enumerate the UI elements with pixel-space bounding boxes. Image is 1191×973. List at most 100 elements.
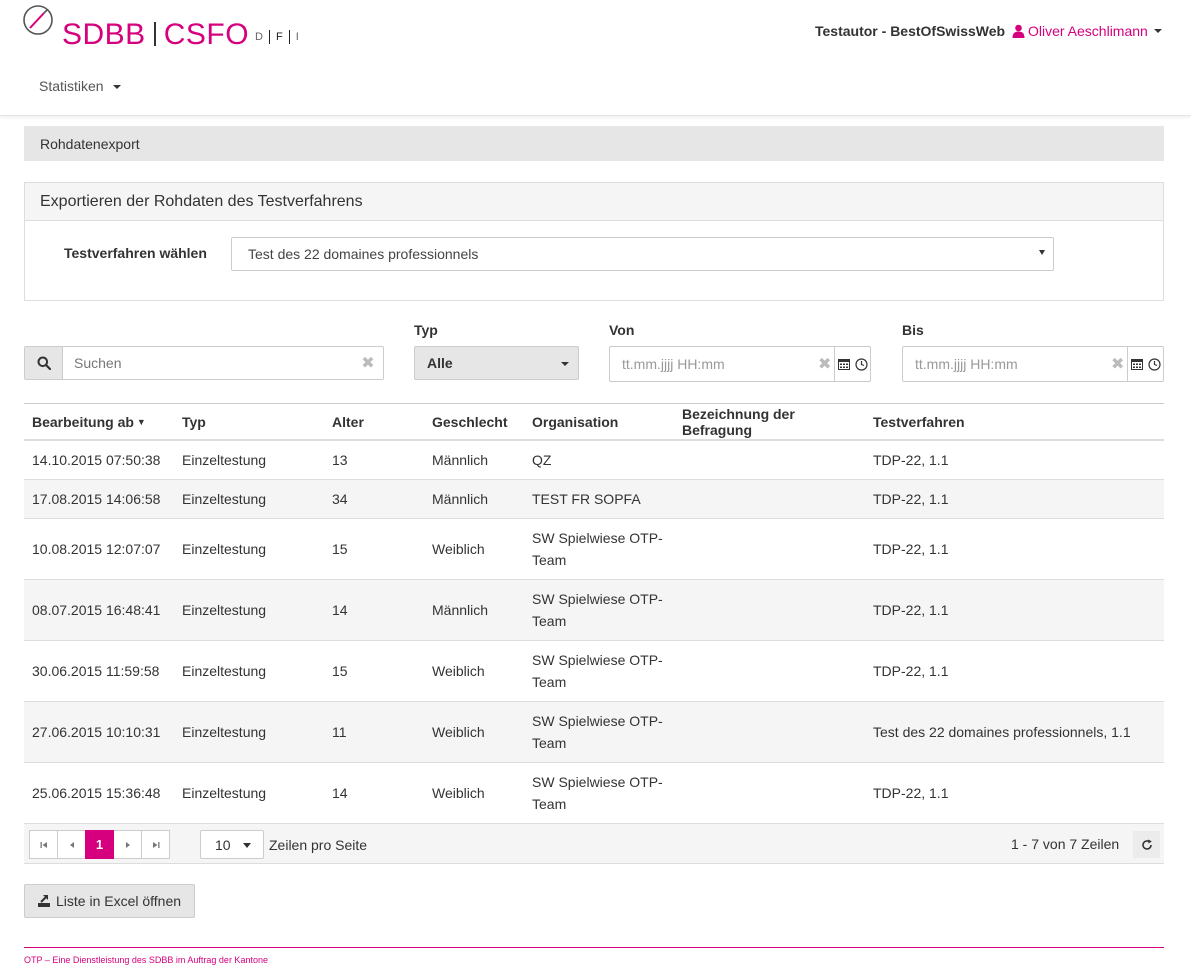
export-panel: Exportieren der Rohdaten des Testverfahr…	[24, 182, 1164, 301]
table-row[interactable]: 14.10.2015 07:50:38 Einzeltestung 13 Män…	[24, 440, 1164, 480]
cell-alter: 14	[324, 579, 424, 641]
cell-organisation: QZ	[524, 440, 674, 480]
column-header-label: Bearbeitung ab	[32, 413, 134, 430]
prev-page-button[interactable]	[57, 830, 86, 859]
cell-testverfahren: TDP-22, 1.1	[865, 518, 1164, 580]
column-header-geschlecht[interactable]: Geschlecht	[424, 404, 524, 441]
chevron-down-icon	[1153, 29, 1162, 33]
brand-logo-text[interactable]: SDBB CSFO	[62, 18, 249, 52]
testverfahren-select[interactable]: Test des 22 domaines professionnels	[231, 237, 1054, 271]
table-row[interactable]: 08.07.2015 16:48:41 Einzeltestung 14 Män…	[24, 579, 1164, 641]
cell-bezeichnung	[674, 640, 865, 702]
last-page-button[interactable]	[141, 830, 170, 859]
cell-alter: 15	[324, 640, 424, 702]
von-picker-button[interactable]	[834, 347, 870, 381]
table-row[interactable]: 30.06.2015 11:59:58 Einzeltestung 15 Wei…	[24, 640, 1164, 702]
von-date-field: ✖	[609, 346, 871, 382]
column-header-organisation[interactable]: Organisation	[524, 404, 674, 441]
refresh-button[interactable]	[1133, 831, 1160, 858]
last-page-icon	[152, 841, 159, 848]
search-icon[interactable]	[25, 347, 63, 379]
cell-typ: Einzeltestung	[174, 440, 324, 480]
first-page-button[interactable]	[29, 830, 58, 859]
cell-alter: 15	[324, 518, 424, 580]
cell-alter: 14	[324, 762, 424, 824]
column-header-typ[interactable]: Typ	[174, 404, 324, 441]
bis-date-input[interactable]	[903, 347, 1108, 381]
typ-dropdown-value: Alle	[427, 355, 453, 371]
cell-geschlecht: Weiblich	[424, 640, 524, 702]
table-header-row: Bearbeitung ab ▼ Typ Alter Geschlecht Org…	[24, 404, 1164, 441]
von-label: Von	[609, 322, 635, 338]
cell-geschlecht: Weiblich	[424, 701, 524, 763]
bis-date-field: ✖	[902, 346, 1164, 382]
brand-csfo: CSFO	[163, 18, 250, 51]
compass-logo-icon	[23, 5, 53, 35]
refresh-icon	[1141, 839, 1152, 850]
cell-bezeichnung	[674, 518, 865, 580]
column-header-bearbeitung[interactable]: Bearbeitung ab ▼	[24, 404, 174, 441]
cell-bezeichnung	[674, 579, 865, 641]
cell-organisation: SW Spielwiese OTP-Team	[524, 579, 674, 641]
table-row[interactable]: 25.06.2015 15:36:48 Einzeltestung 14 Wei…	[24, 762, 1164, 824]
clock-icon	[1148, 357, 1161, 371]
cell-alter: 34	[324, 479, 424, 519]
cell-organisation: SW Spielwiese OTP-Team	[524, 518, 674, 580]
cell-testverfahren: TDP-22, 1.1	[865, 762, 1164, 824]
von-date-input[interactable]	[610, 347, 815, 381]
cell-typ: Einzeltestung	[174, 762, 324, 824]
cell-testverfahren: TDP-22, 1.1	[865, 579, 1164, 641]
cell-typ: Einzeltestung	[174, 579, 324, 641]
search-input[interactable]	[63, 347, 353, 379]
footer-text: OTP – Eine Dienstleistung des SDBB im Au…	[24, 955, 268, 965]
page-size-label: Zeilen pro Seite	[269, 837, 368, 853]
cell-date: 10.08.2015 12:07:07	[24, 518, 174, 580]
cell-date: 14.10.2015 07:50:38	[24, 440, 174, 480]
cell-date: 17.08.2015 14:06:58	[24, 479, 174, 519]
bis-picker-button[interactable]	[1127, 347, 1163, 381]
cell-typ: Einzeltestung	[174, 640, 324, 702]
cell-bezeichnung	[674, 479, 865, 519]
clear-search-icon[interactable]: ✖	[353, 347, 383, 379]
user-menu[interactable]: Oliver Aeschlimann	[1012, 23, 1162, 39]
testverfahren-select-value: Test des 22 domaines professionnels	[248, 246, 479, 262]
footer-divider	[24, 947, 1164, 948]
panel-title: Exportieren der Rohdaten des Testverfahr…	[25, 183, 1163, 221]
cell-geschlecht: Weiblich	[424, 762, 524, 824]
lang-d[interactable]: D	[249, 30, 269, 44]
table-row[interactable]: 10.08.2015 12:07:07 Einzeltestung 15 Wei…	[24, 518, 1164, 580]
cell-geschlecht: Männlich	[424, 479, 524, 519]
column-header-bezeichnung[interactable]: Bezeichnung der Befragung	[674, 404, 865, 441]
column-header-alter[interactable]: Alter	[324, 404, 424, 441]
column-header-testverfahren[interactable]: Testverfahren	[865, 404, 1164, 441]
prev-page-icon	[69, 841, 74, 848]
language-switcher: D F I	[249, 30, 305, 44]
chevron-down-icon	[113, 85, 122, 90]
cell-date: 08.07.2015 16:48:41	[24, 579, 174, 641]
page-size-select[interactable]: 10	[200, 830, 264, 859]
cell-date: 25.06.2015 15:36:48	[24, 762, 174, 824]
clear-bis-icon[interactable]: ✖	[1108, 347, 1127, 381]
open-excel-button[interactable]: Liste in Excel öffnen	[24, 884, 195, 918]
cell-testverfahren: TDP-22, 1.1	[865, 440, 1164, 480]
bis-label: Bis	[902, 322, 924, 338]
lang-i[interactable]: I	[290, 30, 305, 44]
next-page-button[interactable]	[113, 830, 142, 859]
cell-bezeichnung	[674, 701, 865, 763]
typ-label: Typ	[414, 322, 438, 338]
next-page-icon	[125, 841, 130, 848]
lang-f[interactable]: F	[268, 30, 290, 44]
page-1-button[interactable]: 1	[85, 830, 114, 859]
calendar-icon	[837, 359, 850, 370]
typ-dropdown[interactable]: Alle	[414, 346, 579, 380]
nav-statistics-dropdown[interactable]: Statistiken	[39, 78, 122, 94]
table-row[interactable]: 17.08.2015 14:06:58 Einzeltestung 34 Män…	[24, 479, 1164, 519]
cell-bezeichnung	[674, 440, 865, 480]
breadcrumb: Rohdatenexport	[24, 126, 1164, 161]
table-row[interactable]: 27.06.2015 10:10:31 Einzeltestung 11 Wei…	[24, 701, 1164, 763]
clear-von-icon[interactable]: ✖	[815, 347, 834, 381]
sort-desc-icon: ▼	[136, 416, 146, 427]
cell-date: 30.06.2015 11:59:58	[24, 640, 174, 702]
search-box: ✖	[24, 346, 384, 380]
page-size-value: 10	[215, 837, 231, 853]
